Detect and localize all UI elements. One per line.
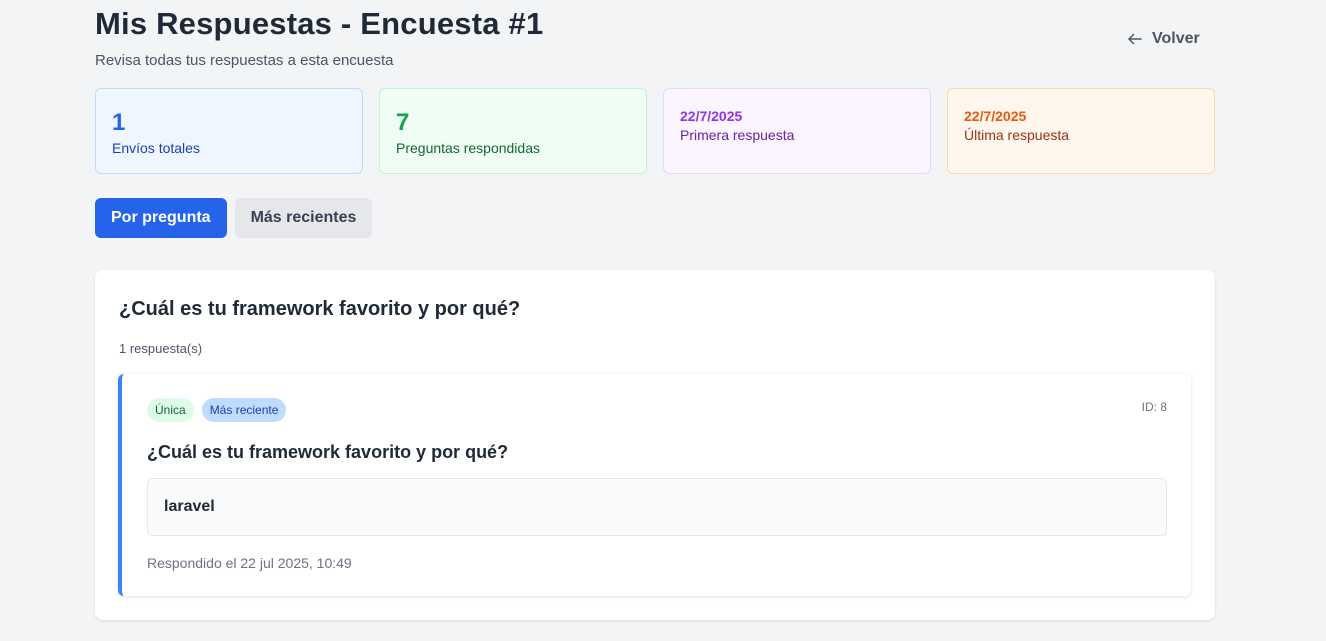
response-count: 1 respuesta(s)	[119, 341, 203, 356]
stat-value: 7	[396, 109, 410, 136]
stat-label: Envíos totales	[112, 140, 200, 156]
tab-by-question[interactable]: Por pregunta	[95, 198, 227, 238]
stat-total-submissions: 1 Envíos totales	[95, 88, 363, 174]
answer-badges: Única Más reciente	[147, 398, 287, 422]
tab-most-recent[interactable]: Más recientes	[234, 198, 373, 238]
stat-label: Primera respuesta	[680, 127, 795, 143]
unique-badge: Única	[147, 398, 194, 422]
stats-row: 1 Envíos totales 7 Preguntas respondidas…	[95, 88, 1215, 174]
answer-timestamp: Respondido el 22 jul 2025, 10:49	[147, 555, 352, 571]
page-subtitle: Revisa todas tus respuestas a esta encue…	[95, 52, 394, 69]
page-title: Mis Respuestas - Encuesta #1	[95, 6, 544, 41]
answer-item: Única Más reciente ID: 8 ¿Cuál es tu fra…	[118, 374, 1191, 596]
question-title: ¿Cuál es tu framework favorito y por qué…	[119, 298, 521, 320]
stat-first-response: 22/7/2025 Primera respuesta	[663, 88, 931, 174]
stat-last-response: 22/7/2025 Última respuesta	[947, 88, 1215, 174]
page: Mis Respuestas - Encuesta #1 Revisa toda…	[0, 0, 1326, 641]
back-button[interactable]: Volver	[1118, 26, 1208, 52]
question-card: ¿Cuál es tu framework favorito y por qué…	[95, 270, 1215, 620]
arrow-left-icon	[1126, 30, 1144, 48]
stat-value: 1	[112, 109, 126, 136]
stat-label: Preguntas respondidas	[396, 140, 540, 156]
view-tabs: Por pregunta Más recientes	[95, 198, 373, 238]
stat-value: 22/7/2025	[680, 108, 743, 124]
back-button-label: Volver	[1152, 30, 1200, 47]
stat-questions-answered: 7 Preguntas respondidas	[379, 88, 647, 174]
answer-question: ¿Cuál es tu framework favorito y por qué…	[147, 442, 509, 462]
answer-id: ID: 8	[1141, 400, 1167, 414]
most-recent-badge: Más reciente	[201, 398, 287, 422]
stat-value: 22/7/2025	[964, 108, 1027, 124]
stat-label: Última respuesta	[964, 127, 1070, 143]
answer-response: laravel	[147, 478, 1167, 536]
